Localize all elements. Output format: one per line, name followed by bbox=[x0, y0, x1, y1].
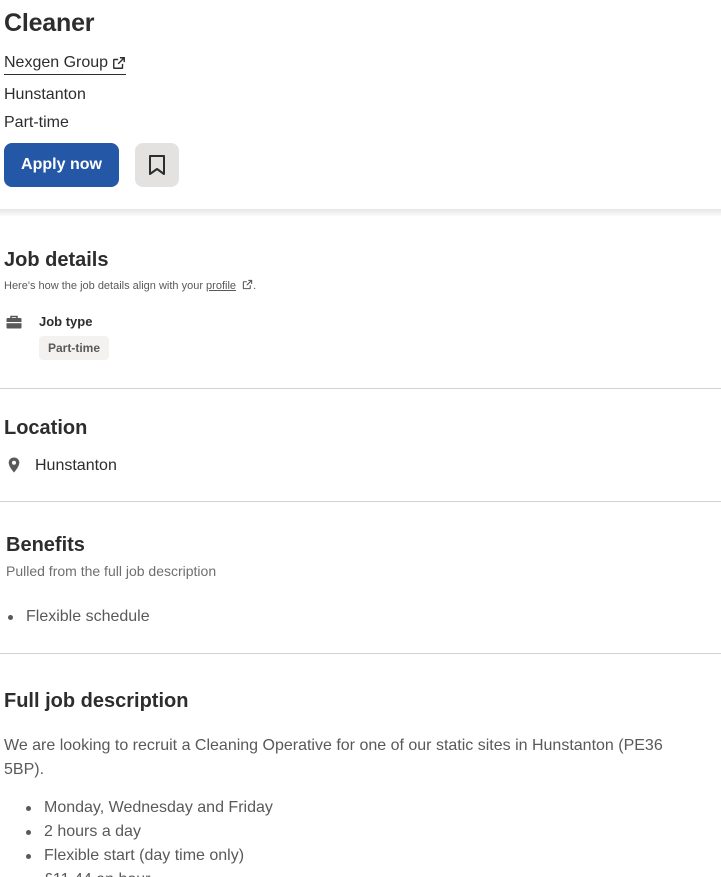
job-details-subtitle-suffix: . bbox=[253, 280, 257, 292]
benefits-subtitle: Pulled from the full job description bbox=[6, 563, 217, 579]
profile-link[interactable]: profile bbox=[206, 280, 236, 292]
external-link-icon bbox=[113, 57, 126, 69]
briefcase-icon bbox=[6, 315, 22, 329]
job-header: Cleaner Nexgen Group Hunstanton Part-tim… bbox=[0, 0, 721, 211]
save-job-button[interactable] bbox=[135, 143, 179, 187]
bullet bbox=[8, 614, 13, 620]
benefit-label: Flexible schedule bbox=[26, 608, 150, 625]
list-item: £11.44 an hour bbox=[26, 868, 273, 877]
apply-now-button[interactable]: Apply now bbox=[4, 143, 119, 187]
divider bbox=[0, 653, 721, 654]
header-location: Hunstanton bbox=[4, 86, 86, 103]
list-item: Flexible start (day time only) bbox=[26, 844, 273, 868]
job-title: Cleaner bbox=[4, 9, 95, 37]
job-type-label: Job type bbox=[39, 314, 93, 329]
job-details-subtitle-text: Here's how the job details align with yo… bbox=[4, 280, 207, 292]
divider bbox=[0, 388, 721, 389]
benefits-title: Benefits bbox=[6, 534, 85, 556]
divider bbox=[0, 501, 721, 502]
bookmark-icon bbox=[149, 155, 165, 175]
external-link-icon bbox=[242, 279, 253, 290]
company-link[interactable]: Nexgen Group bbox=[4, 54, 127, 75]
description-list: Monday, Wednesday and Friday 2 hours a d… bbox=[26, 796, 273, 877]
list-item-text: £11.44 an hour bbox=[44, 868, 150, 877]
location-title: Location bbox=[4, 417, 88, 439]
job-type-tag: Part-time bbox=[39, 336, 110, 360]
list-item: 2 hours a day bbox=[26, 820, 273, 844]
description-title: Full job description bbox=[4, 690, 189, 712]
job-details-subtitle: Here's how the job details align with yo… bbox=[4, 279, 256, 292]
location-pin-icon bbox=[8, 457, 20, 473]
benefit-item: Flexible schedule bbox=[8, 608, 150, 626]
list-item: Monday, Wednesday and Friday bbox=[26, 796, 273, 820]
header-job-type: Part-time bbox=[4, 114, 69, 131]
list-item-text: Flexible start (day time only) bbox=[44, 847, 245, 864]
list-item-text: Monday, Wednesday and Friday bbox=[44, 799, 273, 816]
job-details-title: Job details bbox=[4, 249, 109, 271]
bullet bbox=[26, 853, 31, 859]
list-item-text: 2 hours a day bbox=[44, 823, 141, 840]
location-value: Hunstanton bbox=[35, 457, 117, 474]
header-shadow bbox=[0, 209, 721, 217]
bullet bbox=[26, 829, 31, 835]
description-paragraph: We are looking to recruit a Cleaning Ope… bbox=[4, 737, 663, 778]
bullet bbox=[26, 805, 31, 811]
company-name: Nexgen Group bbox=[4, 54, 109, 71]
